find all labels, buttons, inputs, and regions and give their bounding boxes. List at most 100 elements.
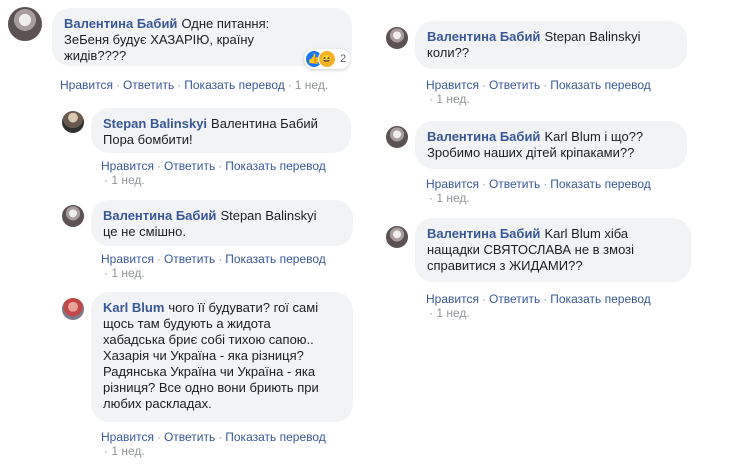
translate-link[interactable]: Показать перевод	[550, 78, 651, 92]
separator: ·	[177, 78, 182, 92]
avatar[interactable]	[8, 7, 42, 41]
author-name[interactable]: Валентина Бабий	[427, 29, 540, 44]
timestamp-line: · 1 нед.	[104, 266, 145, 281]
translate-link[interactable]: Показать перевод	[550, 292, 651, 306]
comment-actions: Нравится · Ответить · Показать перевод	[101, 159, 326, 174]
separator: ·	[156, 159, 161, 173]
reply-link[interactable]: Ответить	[123, 78, 174, 92]
like-link[interactable]: Нравится	[426, 292, 479, 306]
timestamp[interactable]: 1 нед.	[111, 173, 144, 187]
like-link[interactable]: Нравится	[101, 252, 154, 266]
haha-icon: 😆	[318, 50, 336, 68]
like-link[interactable]: Нравится	[426, 177, 479, 191]
separator: ·	[543, 78, 548, 92]
comment-text: коли??	[427, 45, 470, 60]
reply-link[interactable]: Ответить	[164, 430, 215, 444]
like-link[interactable]: Нравится	[101, 430, 154, 444]
comment-bubble: Валентина Бабий Karl Blum і що?? Зробимо …	[415, 121, 687, 169]
comment-text: різниця? Все одно вони бриють при	[103, 380, 319, 395]
comment-actions: Нравится · Ответить · Показать перевод	[426, 292, 651, 307]
mention-link[interactable]: Валентина Бабий	[211, 116, 318, 131]
separator: ·	[543, 177, 548, 191]
reaction-count: 2	[340, 53, 347, 65]
separator: ·	[104, 173, 108, 187]
separator: ·	[104, 266, 108, 280]
like-link[interactable]: Нравится	[60, 78, 113, 92]
comment-text: справитися з ЖИДАМИ??	[427, 258, 583, 273]
separator: ·	[481, 292, 486, 306]
comment-bubble: Валентина Бабий Stepan Balinskyi коли??	[415, 21, 687, 69]
comment-text: нащадки СВЯТОСЛАВА не в змозі	[427, 242, 635, 257]
comment-bubble: Валентина Бабий Karl Blum хіба нащадки СВ…	[415, 218, 691, 282]
author-name[interactable]: Stepan Balinskyi	[103, 116, 207, 131]
timestamp[interactable]: 1 нед.	[436, 306, 469, 320]
comment-bubble: Валентина Бабий Stepan Balinskyi це не см…	[91, 200, 353, 246]
author-name[interactable]: Валентина Бабий	[427, 226, 540, 241]
comment-actions: Нравится · Ответить · Показать перевод	[426, 177, 651, 192]
reaction-summary[interactable]: 👍 😆 2	[304, 49, 351, 69]
timestamp[interactable]: 1 нед.	[436, 92, 469, 106]
comment-bubble: Karl Blum чого її будувати? гої самі щось…	[91, 292, 353, 422]
avatar[interactable]	[62, 298, 84, 320]
comment-text: ЗеБеня будує ХАЗАРІЮ, країну	[64, 32, 255, 47]
separator: ·	[115, 78, 120, 92]
separator: ·	[481, 78, 486, 92]
separator: ·	[287, 78, 292, 92]
comment-text: Karl Blum і що??	[544, 129, 644, 144]
comment-text: Хазарія чи Україна - яка різниця?	[103, 348, 304, 363]
mention-link[interactable]: Stepan Balinskyi	[220, 208, 316, 223]
comment-text: Радянська Україна чи Україна - яка	[103, 364, 316, 379]
translate-link[interactable]: Показать перевод	[225, 430, 326, 444]
comment-text: Зробимо наших дітей кріпаками??	[427, 145, 635, 160]
timestamp[interactable]: 1 нед.	[111, 444, 144, 458]
separator: ·	[156, 430, 161, 444]
comment-actions: Нравится · Ответить · Показать перевод	[101, 430, 326, 445]
comment-actions: Нравится · Ответить · Показать перевод	[101, 252, 326, 267]
timestamp[interactable]: 1 нед.	[436, 191, 469, 205]
avatar[interactable]	[62, 111, 84, 133]
author-name[interactable]: Валентина Бабий	[427, 129, 540, 144]
avatar[interactable]	[386, 126, 408, 148]
avatar[interactable]	[386, 226, 408, 248]
comment-text: Karl Blum хіба	[544, 226, 629, 241]
reply-link[interactable]: Ответить	[489, 177, 540, 191]
separator: ·	[481, 177, 486, 191]
comment-text: це не смішно.	[103, 224, 186, 239]
comment-text: Одне питання:	[181, 16, 270, 31]
reply-link[interactable]: Ответить	[489, 292, 540, 306]
separator: ·	[429, 191, 433, 205]
separator: ·	[156, 252, 161, 266]
separator: ·	[429, 92, 433, 106]
separator: ·	[218, 252, 223, 266]
timestamp-line: · 1 нед.	[104, 173, 145, 188]
comment-text: чого її будувати? гої самі	[168, 300, 319, 315]
timestamp[interactable]: 1 нед.	[111, 266, 144, 280]
author-name[interactable]: Karl Blum	[103, 300, 164, 315]
avatar[interactable]	[62, 205, 84, 227]
translate-link[interactable]: Показать перевод	[184, 78, 285, 92]
comment-text: любих раскладах.	[103, 396, 212, 411]
comment-text: Пора бомбити!	[103, 132, 193, 147]
like-link[interactable]: Нравится	[426, 78, 479, 92]
reply-link[interactable]: Ответить	[489, 78, 540, 92]
author-name[interactable]: Валентина Бабий	[103, 208, 216, 223]
comment-actions: Нравится · Ответить · Показать перевод	[426, 78, 651, 93]
timestamp[interactable]: 1 нед.	[295, 78, 328, 92]
timestamp-line: · 1 нед.	[429, 191, 470, 206]
comment-bubble: Stepan Balinskyi Валентина Бабий Пора бом…	[91, 108, 351, 153]
reply-link[interactable]: Ответить	[164, 159, 215, 173]
timestamp-line: · 1 нед.	[104, 444, 145, 459]
mention-link[interactable]: Stepan Balinskyi	[544, 29, 640, 44]
translate-link[interactable]: Показать перевод	[225, 159, 326, 173]
comment-text: жидів????	[64, 48, 127, 63]
like-link[interactable]: Нравится	[101, 159, 154, 173]
separator: ·	[104, 444, 108, 458]
avatar[interactable]	[386, 27, 408, 49]
author-name[interactable]: Валентина Бабий	[64, 16, 177, 31]
reply-link[interactable]: Ответить	[164, 252, 215, 266]
separator: ·	[218, 430, 223, 444]
translate-link[interactable]: Показать перевод	[550, 177, 651, 191]
timestamp-line: · 1 нед.	[429, 92, 470, 107]
translate-link[interactable]: Показать перевод	[225, 252, 326, 266]
comment-text: хабадська бриє собі тихою сапою..	[103, 332, 314, 347]
